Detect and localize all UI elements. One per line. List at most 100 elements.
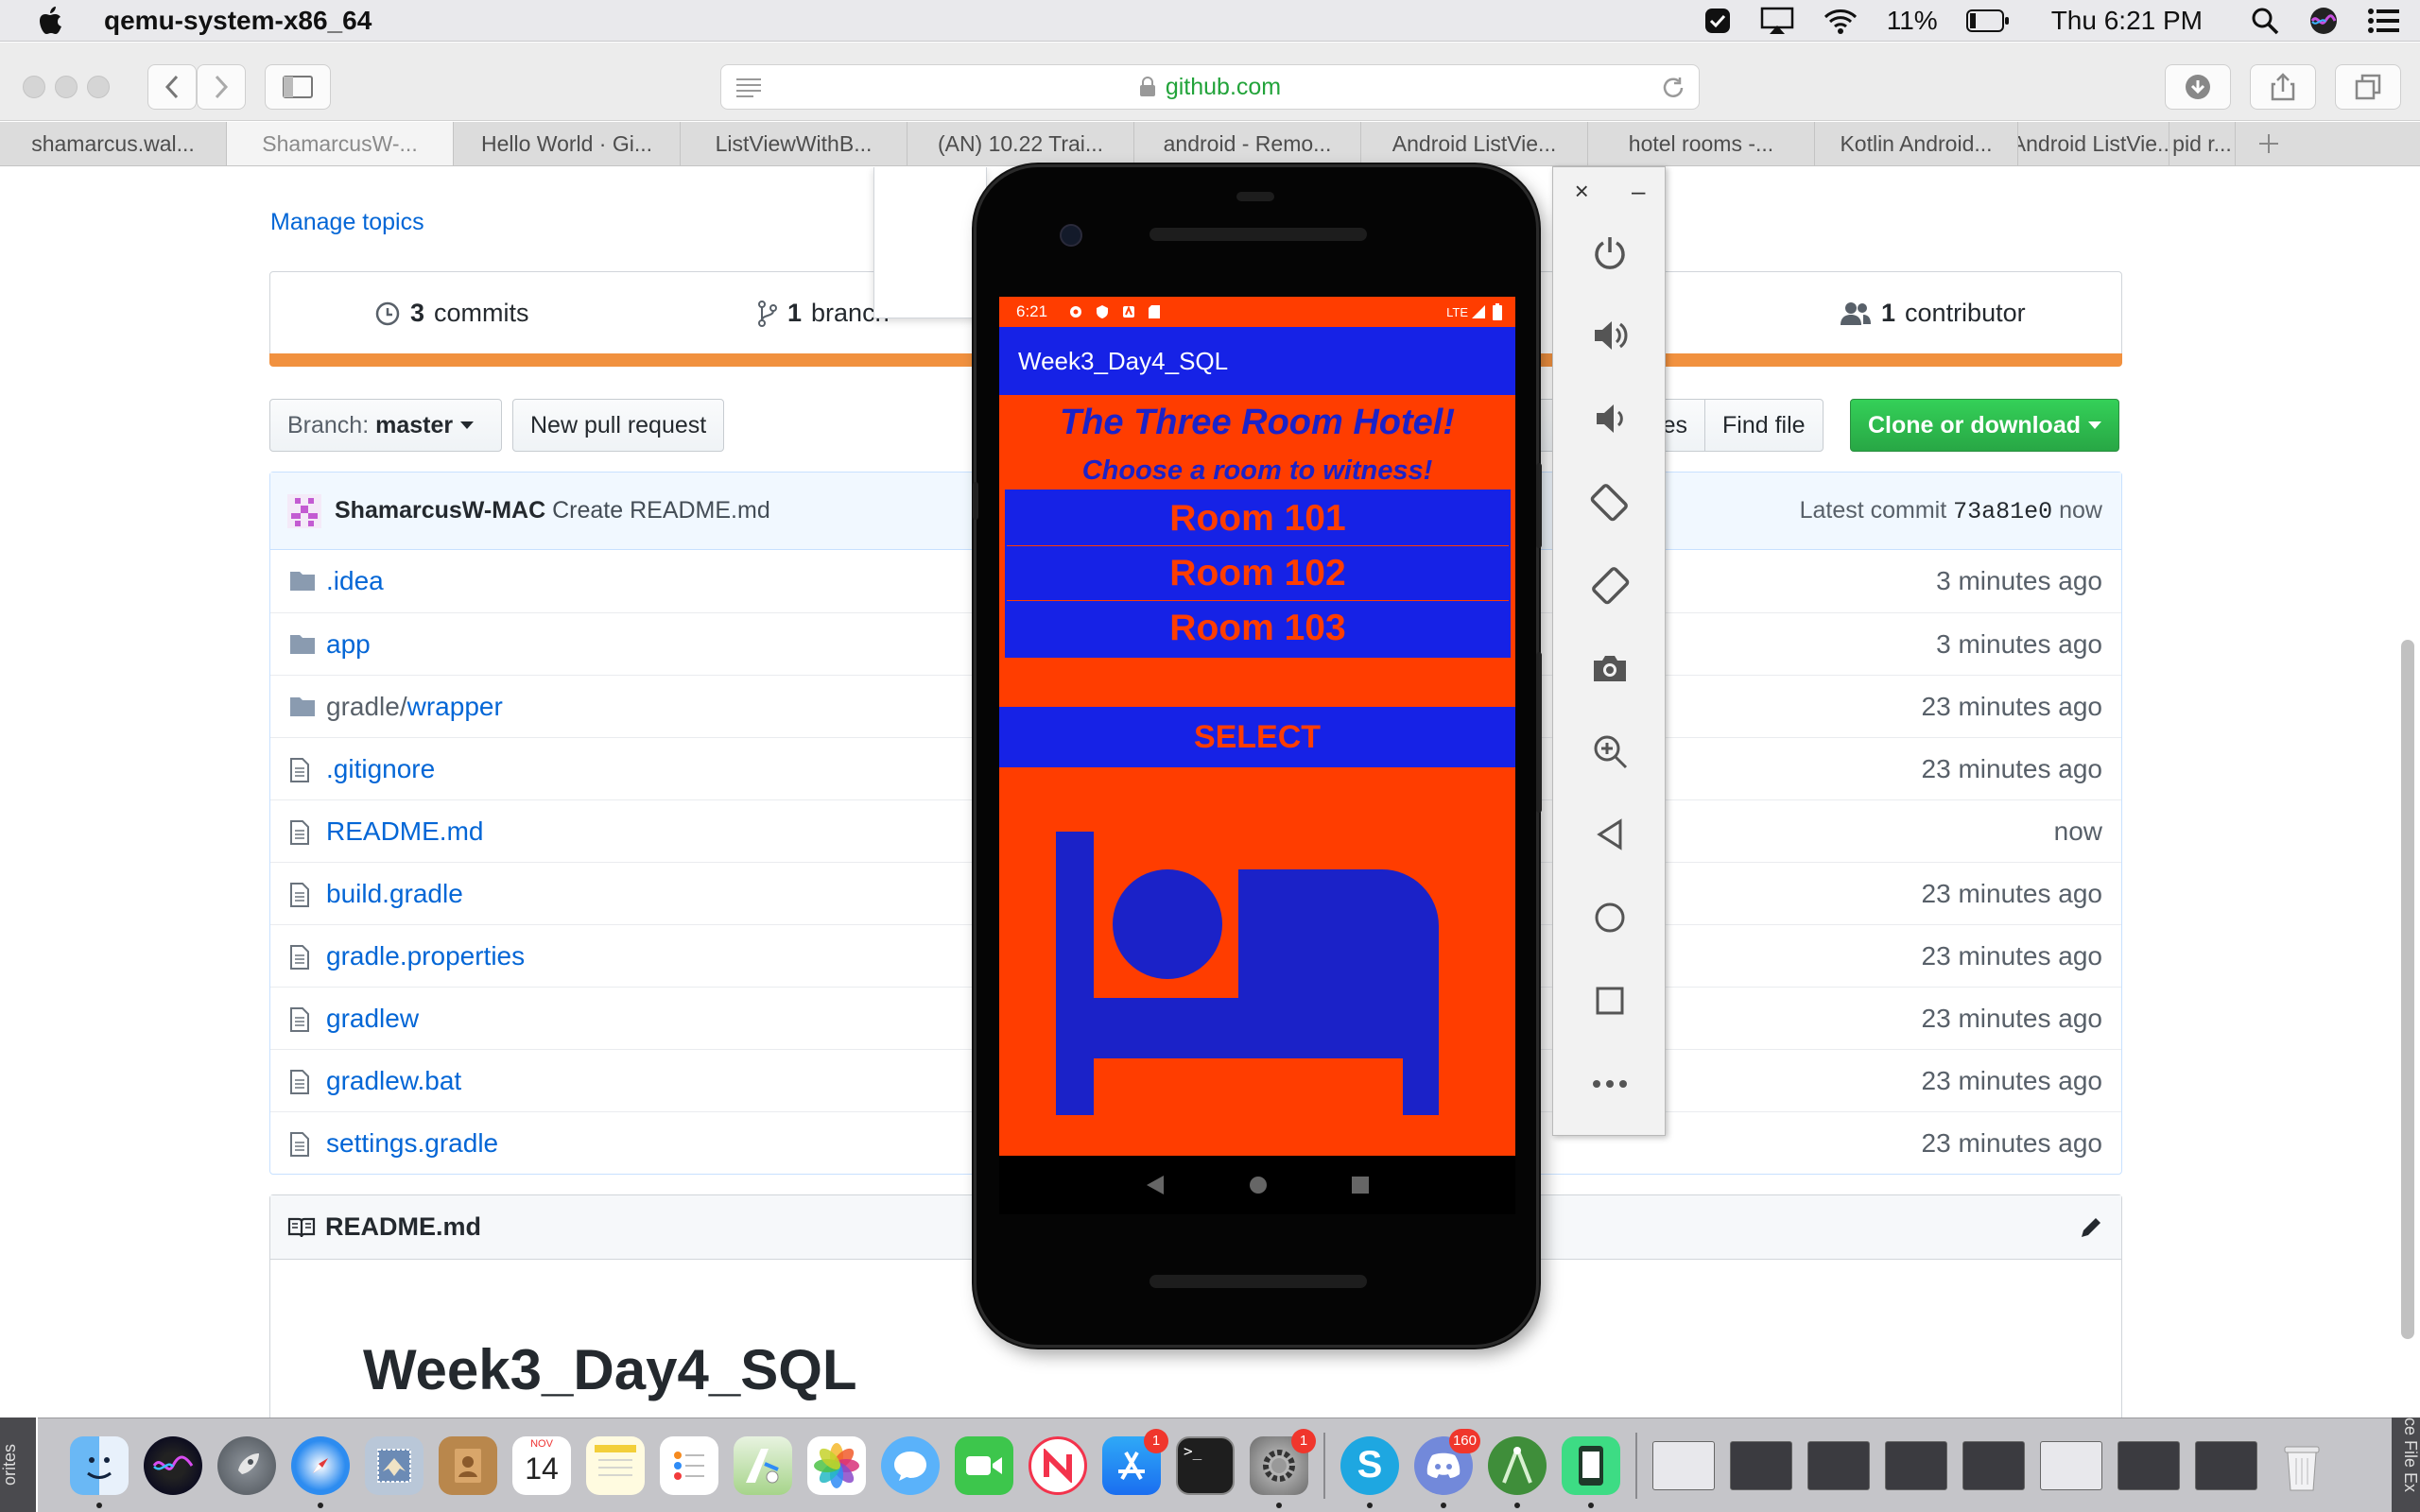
siri-icon[interactable] (144, 1435, 202, 1495)
android-emulator-icon[interactable] (1562, 1435, 1620, 1508)
window-zoom-button[interactable] (87, 76, 110, 98)
file-link[interactable]: gradle.properties (326, 941, 525, 971)
siri-icon[interactable] (2308, 6, 2339, 36)
tab[interactable]: Hello World · Gi... (454, 122, 681, 165)
tab-active[interactable]: ShamarcusW-... (227, 122, 454, 165)
notes-icon[interactable] (586, 1435, 645, 1495)
panel-close-button[interactable]: × (1575, 177, 1589, 206)
zoom-button[interactable] (1589, 730, 1631, 772)
shield-check-icon[interactable] (1703, 7, 1732, 35)
screenshot-button[interactable] (1589, 647, 1631, 689)
minimized-window[interactable] (1885, 1440, 1947, 1490)
commit-author[interactable]: ShamarcusW-MAC (335, 497, 545, 524)
share-button[interactable] (2250, 64, 2316, 110)
select-button[interactable]: SELECT (999, 707, 1515, 767)
branches-stat[interactable]: 1 branch (757, 299, 890, 328)
home-button[interactable] (1589, 897, 1631, 938)
power-button[interactable] (1589, 232, 1631, 273)
overview-button[interactable] (1589, 980, 1631, 1022)
file-link[interactable]: app (326, 629, 371, 659)
room-list-item[interactable]: Room 103 (1007, 601, 1509, 656)
system-preferences-icon[interactable]: 1 (1250, 1428, 1316, 1508)
minimized-window[interactable] (1807, 1440, 1870, 1490)
minimized-window[interactable] (1652, 1440, 1715, 1490)
file-link[interactable]: build.gradle (326, 879, 463, 908)
manage-topics-link[interactable]: Manage topics (270, 209, 424, 236)
contributors-stat[interactable]: 1 contributor (1840, 299, 2026, 328)
app-store-icon[interactable]: 1 (1102, 1428, 1168, 1495)
file-link[interactable]: settings.gradle (326, 1128, 498, 1158)
app-name[interactable]: qemu-system-x86_64 (104, 6, 372, 36)
nav-back-icon[interactable] (1145, 1174, 1166, 1196)
tab[interactable]: Kotlin Android... (1815, 122, 2018, 165)
window-minimize-button[interactable] (55, 76, 78, 98)
file-link[interactable]: gradlew.bat (326, 1066, 461, 1095)
facetime-icon[interactable] (955, 1435, 1013, 1495)
sidebar-toggle-button[interactable] (265, 64, 331, 110)
panel-minimize-button[interactable]: – (1632, 177, 1645, 206)
nav-home-icon[interactable] (1248, 1175, 1269, 1195)
airplay-icon[interactable] (1760, 7, 1794, 35)
finder-icon[interactable] (70, 1435, 129, 1508)
downloads-button[interactable] (2165, 64, 2231, 110)
new-pull-request-button[interactable]: New pull request (512, 399, 725, 452)
tab[interactable]: shamarcus.wal... (0, 122, 227, 165)
tab-overview-button[interactable] (2335, 64, 2401, 110)
maps-icon[interactable] (734, 1435, 792, 1495)
room-list-item[interactable]: Room 102 (1007, 546, 1509, 601)
tab[interactable]: ListViewWithB... (681, 122, 908, 165)
battery-icon[interactable] (1965, 9, 2010, 33)
tab[interactable]: hotel rooms -... (1588, 122, 1815, 165)
minimized-window[interactable] (2195, 1440, 2257, 1490)
file-link[interactable]: README.md (326, 816, 483, 846)
tab[interactable]: pid r... (2169, 122, 2236, 165)
skype-icon[interactable]: S (1340, 1435, 1399, 1508)
file-link[interactable]: .idea (326, 566, 384, 595)
window-close-button[interactable] (23, 76, 45, 98)
reminders-icon[interactable] (660, 1435, 718, 1495)
reload-icon[interactable] (1661, 76, 1685, 100)
address-bar[interactable]: github.com (720, 64, 1700, 110)
reader-icon[interactable] (735, 77, 763, 97)
minimized-window[interactable] (1730, 1440, 1792, 1490)
apple-menu-icon[interactable] (38, 6, 66, 36)
news-icon[interactable] (1028, 1435, 1087, 1495)
new-tab-button[interactable] (2236, 122, 2302, 165)
volume-down-button[interactable] (1589, 398, 1631, 439)
tab[interactable]: android - Remo... (1134, 122, 1361, 165)
more-button[interactable] (1589, 1063, 1631, 1105)
back-button[interactable] (147, 64, 197, 110)
android-screen[interactable]: 6:21 LTE Week3_Day4_SQL The Three Room H… (999, 297, 1515, 1156)
photos-icon[interactable] (807, 1435, 866, 1495)
rotate-right-button[interactable] (1589, 564, 1631, 606)
tab[interactable]: (AN) 10.22 Trai... (908, 122, 1134, 165)
room-list-item[interactable]: Room 101 (1007, 491, 1509, 546)
tab[interactable]: Android ListVie... (2018, 122, 2169, 165)
safari-icon[interactable] (291, 1435, 350, 1508)
trash-icon[interactable] (2273, 1436, 2331, 1495)
file-link[interactable]: wrapper (407, 692, 503, 721)
wifi-icon[interactable] (1823, 7, 1858, 35)
android-studio-icon[interactable] (1488, 1435, 1547, 1508)
notification-center-icon[interactable] (2367, 7, 2401, 35)
tab[interactable]: Android ListVie... (1361, 122, 1588, 165)
contacts-icon[interactable] (439, 1435, 497, 1495)
clock[interactable]: Thu 6:21 PM (2051, 6, 2203, 36)
terminal-icon[interactable]: >_ (1176, 1435, 1235, 1495)
calendar-icon[interactable]: NOV 14 (512, 1435, 571, 1495)
clone-or-download-button[interactable]: Clone or download (1850, 399, 2119, 452)
mail-icon[interactable] (365, 1435, 424, 1495)
branch-select[interactable]: Branch: master (269, 399, 502, 452)
discord-icon[interactable]: 160 (1414, 1428, 1480, 1508)
commit-hash[interactable]: 73a81e0 (1953, 498, 2052, 525)
pencil-icon[interactable] (2078, 1214, 2104, 1241)
minimized-window[interactable] (1962, 1440, 2025, 1490)
minimized-window[interactable] (2040, 1440, 2102, 1490)
file-link[interactable]: .gitignore (326, 754, 435, 783)
commit-message[interactable]: Create README.md (552, 497, 770, 524)
rotate-left-button[interactable] (1589, 481, 1631, 523)
commits-stat[interactable]: 3 commits (374, 299, 529, 328)
forward-button[interactable] (197, 64, 246, 110)
file-link[interactable]: gradlew (326, 1004, 419, 1033)
spotlight-search-icon[interactable] (2250, 6, 2280, 36)
